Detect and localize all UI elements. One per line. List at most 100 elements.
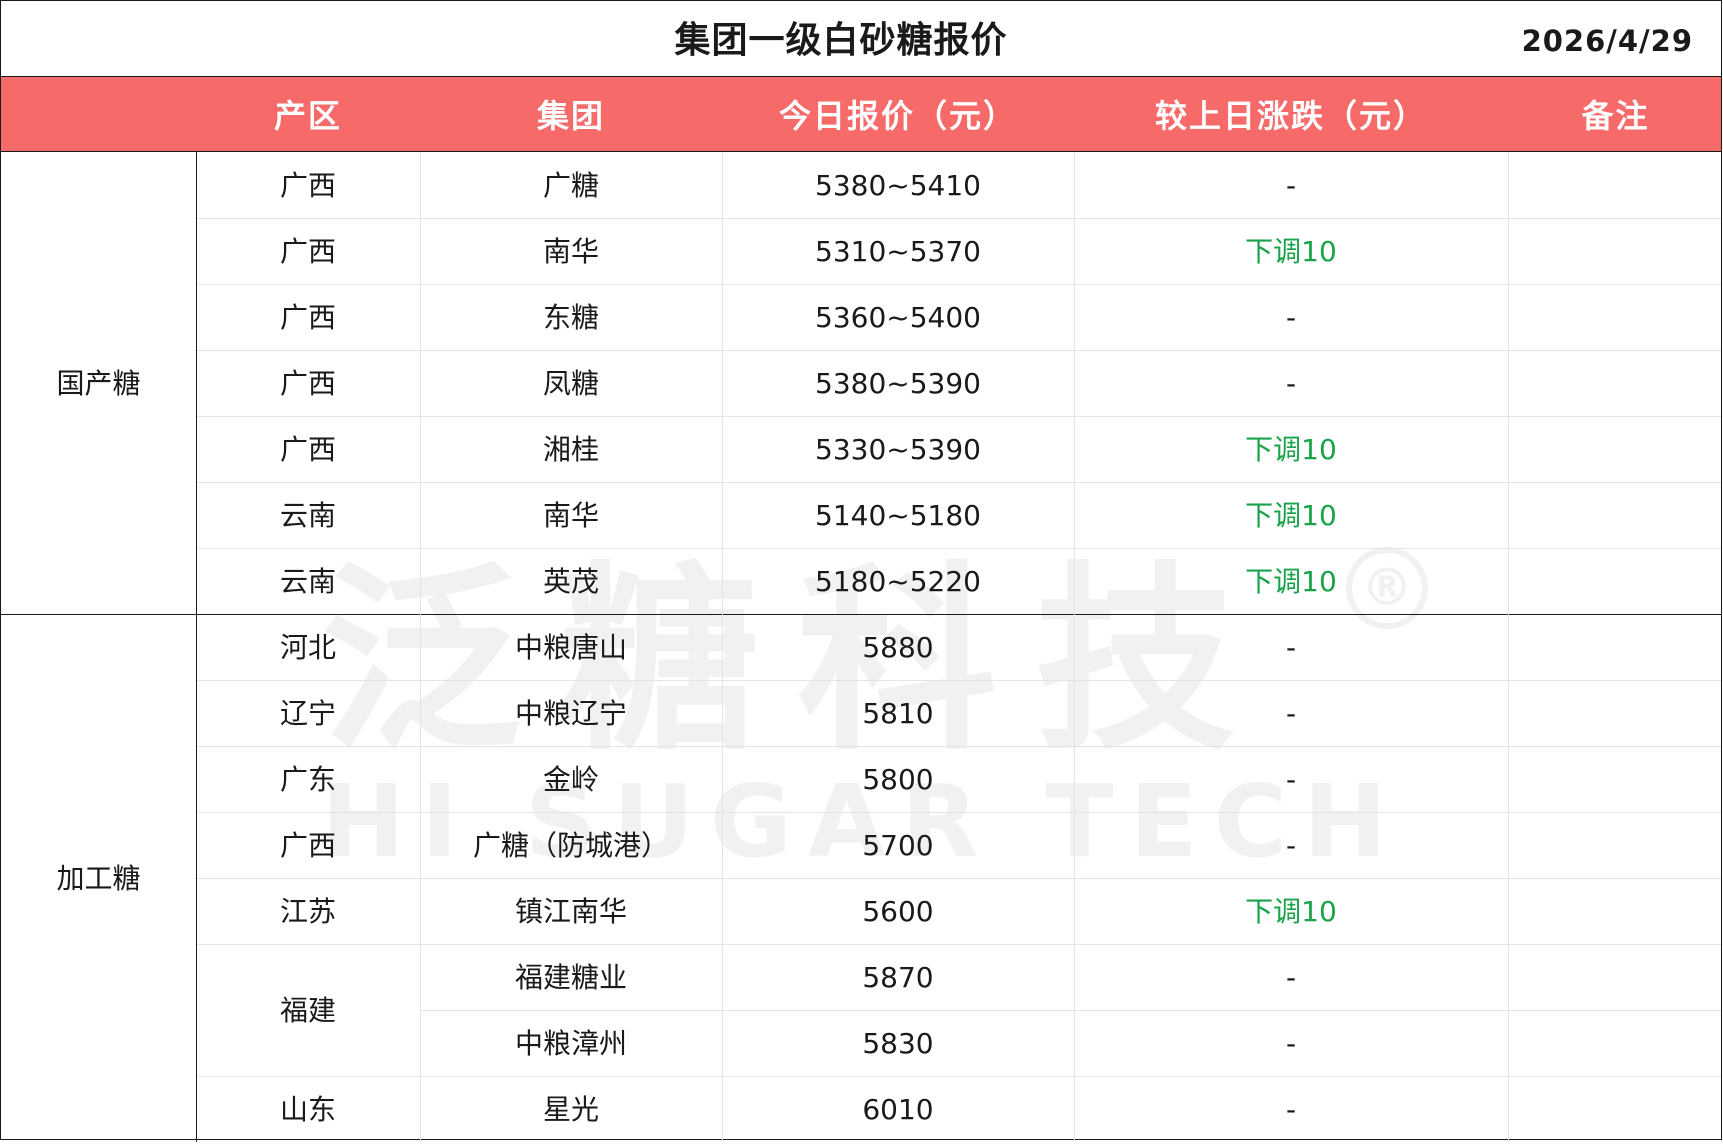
cell-change: - bbox=[1285, 367, 1297, 400]
cell-group: 湘桂 bbox=[542, 433, 599, 466]
cell-group: 南华 bbox=[542, 235, 599, 268]
cell-group: 广糖（防城港） bbox=[472, 829, 669, 862]
table-row: 广西 广糖 5380~5410 - bbox=[196, 152, 1721, 218]
header-region: 产区 bbox=[273, 97, 342, 135]
row-divider bbox=[196, 746, 1721, 747]
cell-group: 福建糖业 bbox=[514, 961, 627, 994]
price-table-sheet: 集团一级白砂糖报价 2026/4/29 产区 集团 今日报价（元） 较上日涨跌（… bbox=[0, 0, 1722, 1142]
cell-price: 5310~5370 bbox=[815, 235, 981, 268]
table-row: 广东 金岭 5800 - bbox=[196, 746, 1721, 812]
table-row: 中粮漳州 5830 - bbox=[196, 1010, 1721, 1076]
cell-price: 5830 bbox=[862, 1027, 934, 1060]
cell-change: 下调10 bbox=[1245, 499, 1337, 532]
cell-price: 5600 bbox=[862, 895, 934, 928]
table-row: 广西 湘桂 5330~5390 下调10 bbox=[196, 416, 1721, 482]
cell-region: 山东 bbox=[279, 1093, 336, 1126]
cell-note bbox=[1508, 746, 1723, 812]
cell-change: - bbox=[1285, 829, 1297, 862]
row-divider bbox=[196, 878, 1721, 879]
cell-region: 广西 bbox=[279, 829, 336, 862]
table-row: 广西 东糖 5360~5400 - bbox=[196, 284, 1721, 350]
cell-group: 英茂 bbox=[542, 565, 599, 598]
row-divider bbox=[196, 680, 1721, 681]
cell-note bbox=[1508, 944, 1723, 1010]
cell-group: 中粮辽宁 bbox=[514, 697, 627, 730]
cell-note bbox=[1508, 284, 1723, 350]
header-today-price: 今日报价（元） bbox=[778, 97, 1017, 135]
row-divider bbox=[420, 1010, 1721, 1011]
row-divider bbox=[196, 944, 1721, 945]
cell-region: 河北 bbox=[279, 631, 336, 664]
cell-price: 5360~5400 bbox=[815, 301, 981, 334]
table-row: 云南 南华 5140~5180 下调10 bbox=[196, 482, 1721, 548]
table-row: 云南 英茂 5180~5220 下调10 bbox=[196, 548, 1721, 614]
cell-group: 金岭 bbox=[542, 763, 599, 796]
row-divider bbox=[196, 284, 1721, 285]
row-divider bbox=[196, 416, 1721, 417]
column-divider bbox=[420, 152, 421, 1142]
cell-note bbox=[1508, 152, 1723, 218]
cell-region: 辽宁 bbox=[279, 697, 336, 730]
table-row: 山东 星光 6010 - bbox=[196, 1076, 1721, 1142]
row-divider bbox=[196, 1076, 1721, 1077]
cell-change: - bbox=[1285, 697, 1297, 730]
table-body: 泛糖科技 HI SUGAR TECH ® 广西 广糖 5380~5410- 广西 南华 5… bbox=[1, 152, 1721, 1142]
cell-price: 5330~5390 bbox=[815, 433, 981, 466]
cell-note bbox=[1508, 1076, 1723, 1142]
cell-price: 5810 bbox=[862, 697, 934, 730]
title-bar: 集团一级白砂糖报价 2026/4/29 bbox=[1, 1, 1721, 76]
cell-change: - bbox=[1285, 631, 1297, 664]
cell-price: 5700 bbox=[862, 829, 934, 862]
report-date: 2026/4/29 bbox=[1521, 24, 1693, 58]
cell-change: - bbox=[1285, 961, 1297, 994]
table-header: 产区 集团 今日报价（元） 较上日涨跌（元） 备注 bbox=[1, 76, 1721, 152]
cell-change: - bbox=[1285, 301, 1297, 334]
table-row: 辽宁 中粮辽宁 5810 - bbox=[196, 680, 1721, 746]
cell-group: 南华 bbox=[542, 499, 599, 532]
row-divider bbox=[196, 350, 1721, 351]
column-divider bbox=[1074, 152, 1075, 1142]
cell-note bbox=[1508, 548, 1723, 614]
cell-group: 星光 bbox=[542, 1093, 599, 1126]
table-row: 广西 广糖（防城港） 5700 - bbox=[196, 812, 1721, 878]
table-row: 福建糖业 5870 - bbox=[196, 944, 1721, 1010]
cell-group: 中粮漳州 bbox=[514, 1027, 627, 1060]
row-divider bbox=[196, 218, 1721, 219]
column-divider bbox=[1508, 152, 1509, 1142]
cell-note bbox=[1508, 350, 1723, 416]
cell-region: 广东 bbox=[279, 763, 336, 796]
row-divider bbox=[196, 812, 1721, 813]
cell-note bbox=[1508, 614, 1723, 680]
cell-price: 6010 bbox=[862, 1093, 934, 1126]
cell-group: 中粮唐山 bbox=[514, 631, 627, 664]
cell-note bbox=[1508, 878, 1723, 944]
table-row: 河北 中粮唐山 5880 - bbox=[196, 614, 1721, 680]
row-divider bbox=[196, 482, 1721, 483]
cell-region: 广西 bbox=[279, 235, 336, 268]
cell-change: - bbox=[1285, 1093, 1297, 1126]
cell-note bbox=[1508, 812, 1723, 878]
cell-note bbox=[1508, 416, 1723, 482]
cell-change: 下调10 bbox=[1245, 895, 1337, 928]
group-label: 国产糖 bbox=[56, 367, 141, 400]
cell-price: 5380~5390 bbox=[815, 367, 981, 400]
cell-change: - bbox=[1285, 169, 1297, 202]
cell-note bbox=[1508, 680, 1723, 746]
cell-group: 东糖 bbox=[542, 301, 599, 334]
cell-region: 广西 bbox=[279, 433, 336, 466]
cell-change: 下调10 bbox=[1245, 433, 1337, 466]
cell-region: 广西 bbox=[279, 301, 336, 334]
cell-price: 5880 bbox=[862, 631, 934, 664]
table-row: 广西 凤糖 5380~5390 - bbox=[196, 350, 1721, 416]
cell-change: - bbox=[1285, 763, 1297, 796]
cell-region: 广西 bbox=[279, 367, 336, 400]
cell-region: 江苏 bbox=[279, 895, 336, 928]
cell-region: 云南 bbox=[279, 499, 336, 532]
cell-change: - bbox=[1285, 1027, 1297, 1060]
cell-price: 5140~5180 bbox=[815, 499, 981, 532]
table-row: 广西 南华 5310~5370 下调10 bbox=[196, 218, 1721, 284]
cell-region: 云南 bbox=[279, 565, 336, 598]
table-row: 江苏 镇江南华 5600 下调10 bbox=[196, 878, 1721, 944]
cell-price: 5180~5220 bbox=[815, 565, 981, 598]
cell-price: 5800 bbox=[862, 763, 934, 796]
